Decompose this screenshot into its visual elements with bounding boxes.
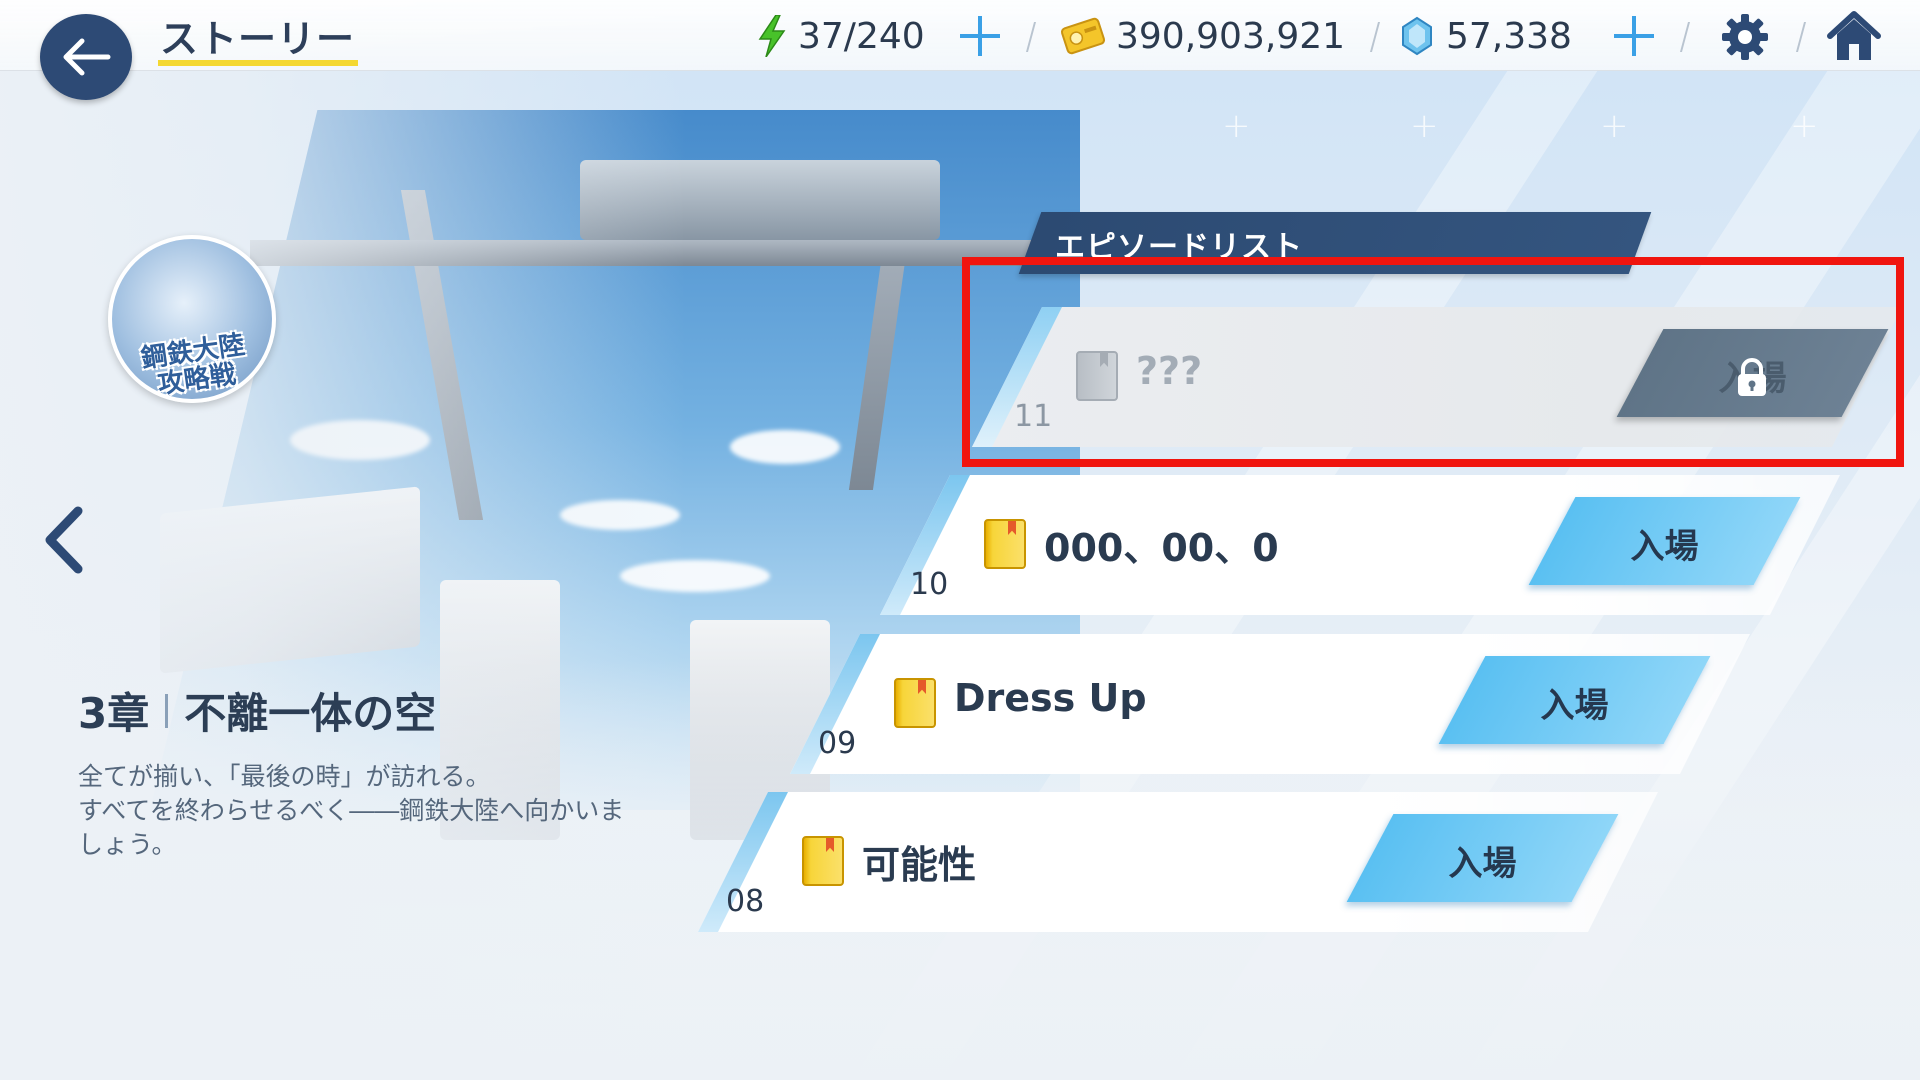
episode-number: 08 <box>726 884 765 919</box>
credits-value: 390,903,921 <box>1116 15 1346 57</box>
chapter-title: 3章 不離一体の空 <box>78 680 436 741</box>
episode-row-10[interactable]: 10 000、00、0 入場 <box>880 475 1840 615</box>
episode-row-08[interactable]: 08 可能性 入場 <box>698 792 1658 932</box>
chapter-description: 全てが揃い、「最後の時」が訪れる。 すべてを終わらせるべく――鋼鉄大陸へ向かいま… <box>78 762 625 859</box>
plus-decoration: + <box>1600 106 1629 146</box>
enter-button-label: 入場 <box>1540 686 1609 726</box>
plus-decoration: + <box>1410 106 1439 146</box>
gem-icon <box>1402 16 1432 56</box>
plus-decoration: + <box>1790 106 1819 146</box>
page-title: ストーリー <box>160 17 356 61</box>
episode-title: Dress Up <box>954 676 1147 720</box>
gear-icon <box>1722 14 1768 60</box>
chapter-separator <box>165 693 169 728</box>
stamina-value: 37/240 <box>798 15 925 57</box>
book-icon <box>802 836 844 886</box>
chevron-left-icon <box>45 506 83 574</box>
episode-title: 可能性 <box>862 843 977 887</box>
credits-counter: 390,903,921 <box>1060 14 1346 58</box>
home-icon <box>1827 11 1881 60</box>
gems-value: 57,338 <box>1446 15 1572 57</box>
gems-counter: 57,338 <box>1400 14 1572 58</box>
prev-chapter-button[interactable] <box>40 505 90 575</box>
book-icon <box>894 678 936 728</box>
settings-button[interactable] <box>1718 10 1772 64</box>
credit-card-icon <box>1060 17 1106 55</box>
back-button[interactable] <box>40 14 132 100</box>
add-stamina-button[interactable] <box>958 14 1002 58</box>
chapter-number: 3章 <box>78 689 150 738</box>
episode-number: 09 <box>818 726 857 761</box>
enter-button-label: 入場 <box>1630 527 1699 567</box>
episode-row-09[interactable]: 09 Dress Up 入場 <box>790 634 1750 774</box>
episode-number: 10 <box>910 567 949 602</box>
highlight-box <box>962 257 1904 467</box>
home-button[interactable] <box>1826 10 1881 64</box>
title-underline <box>158 60 358 66</box>
lightning-icon <box>758 15 786 57</box>
stamina-counter: 37/240 <box>758 14 925 58</box>
book-icon <box>984 519 1026 569</box>
chapter-name: 不離一体の空 <box>184 689 437 738</box>
episode-title: 000、00、0 <box>1044 526 1279 570</box>
enter-button-label: 入場 <box>1448 844 1517 884</box>
back-arrow-icon <box>63 38 111 76</box>
plus-decoration: + <box>1222 106 1251 146</box>
add-gems-button[interactable] <box>1612 14 1656 58</box>
